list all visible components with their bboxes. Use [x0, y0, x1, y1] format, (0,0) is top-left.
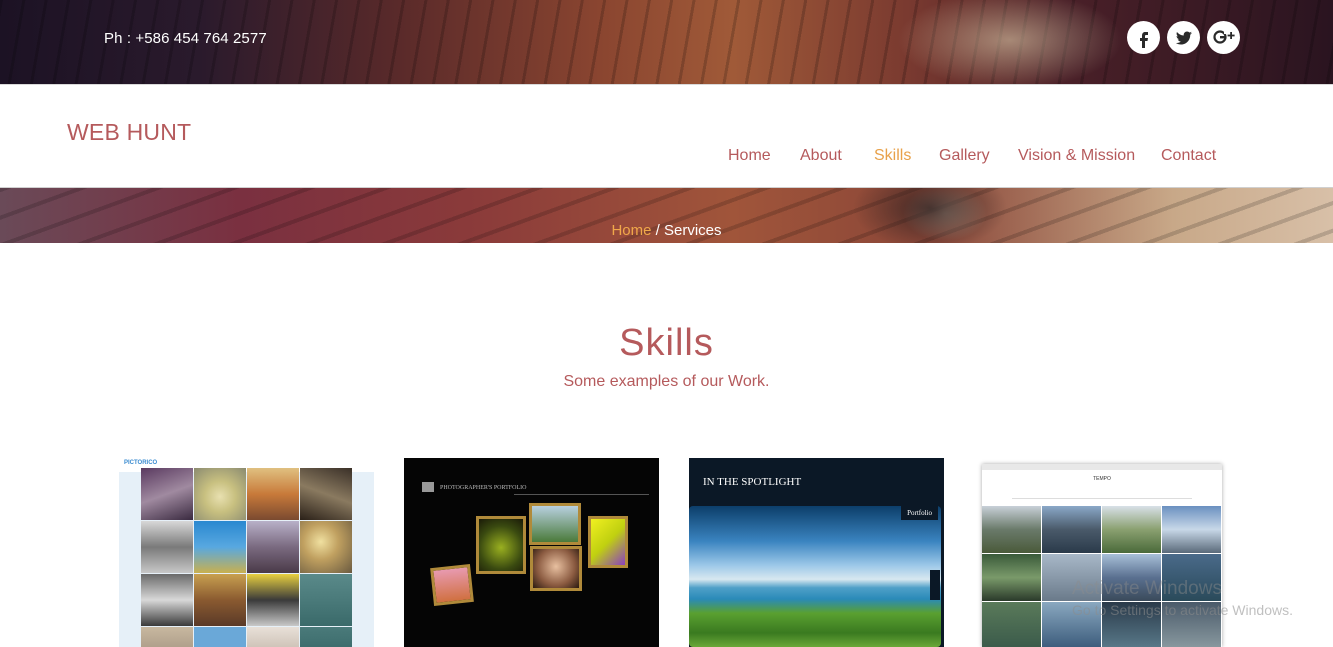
thumb-photo-grid [982, 506, 1222, 647]
thumb-brand: IN THE SPOTLIGHT [703, 476, 802, 488]
google-plus-icon [1212, 29, 1235, 44]
section-title: Skills [619, 322, 714, 364]
activate-windows-hint: Go to Settings to activate Windows. [1072, 602, 1293, 618]
thumb-brand: TEMPO [1093, 476, 1111, 482]
nav-home[interactable]: Home [728, 147, 771, 165]
nav-gallery[interactable]: Gallery [939, 147, 990, 165]
breadcrumb-home[interactable]: Home [611, 222, 651, 239]
thumb-browser: TEMPO [982, 464, 1222, 647]
section-subtitle: Some examples of our Work. [563, 373, 770, 390]
portfolio-item-pictorico[interactable]: PICTORICO [119, 458, 374, 647]
activate-windows-title: Activate Windows [1072, 578, 1222, 599]
thumb-brand: PHOTOGRAPHER'S PORTFOLIO [440, 485, 527, 491]
nav-skills[interactable]: Skills [874, 147, 911, 165]
portfolio-item-spotlight[interactable]: IN THE SPOTLIGHT Portfolio [689, 458, 944, 647]
facebook-icon [1139, 31, 1148, 48]
thumb-brand: PICTORICO [124, 460, 158, 466]
portfolio-item-tempo[interactable]: TEMPO [974, 458, 1229, 647]
thumb-landscape [689, 506, 941, 647]
breadcrumb: Home / Services [0, 222, 1333, 239]
portfolio-item-photographers[interactable]: PHOTOGRAPHER'S PORTFOLIO [404, 458, 659, 647]
breadcrumb-current: Services [664, 222, 722, 239]
twitter-link[interactable] [1167, 21, 1200, 54]
thumb-photo-grid [141, 468, 352, 647]
site-header: WEB HUNT Home About Skills Gallery Visio… [0, 84, 1333, 188]
google-plus-link[interactable] [1207, 21, 1240, 54]
nav-contact[interactable]: Contact [1161, 147, 1216, 165]
breadcrumb-separator: / [651, 222, 664, 239]
nav-about[interactable]: About [800, 147, 842, 165]
thumb-tag: Portfolio [901, 506, 938, 520]
phone-number: Ph : +586 454 764 2577 [104, 30, 267, 47]
nav-vision-mission[interactable]: Vision & Mission [1018, 147, 1135, 165]
twitter-icon [1175, 31, 1192, 44]
site-logo[interactable]: WEB HUNT [67, 119, 191, 146]
facebook-link[interactable] [1127, 21, 1160, 54]
